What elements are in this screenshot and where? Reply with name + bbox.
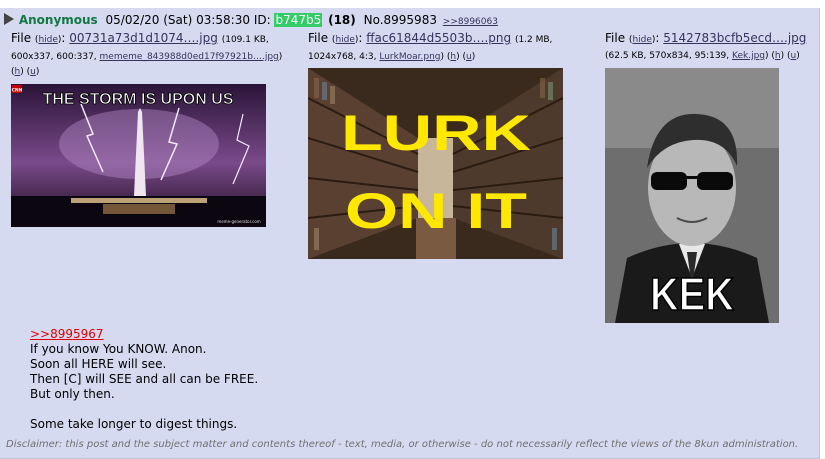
- thumbnail-caption-line2: ON IT: [345, 183, 527, 239]
- post-body: >>8995967 If you know You KNOW. Anon. So…: [30, 327, 258, 432]
- file-1-info: File (hide): 00731a73d1d1074….jpg (109.1…: [11, 31, 283, 77]
- unique-search-link[interactable]: u: [466, 52, 472, 62]
- unique-search-link[interactable]: u: [30, 67, 36, 77]
- file-size: (1.2 MB,: [514, 35, 553, 45]
- original-filename-link[interactable]: LurkMoar.png: [379, 52, 440, 62]
- poster-id[interactable]: b747b5: [274, 13, 323, 27]
- watermark: meme-generator.com: [217, 219, 260, 224]
- library-image: LURK ON IT: [308, 68, 563, 259]
- original-filename-link[interactable]: Kek.jpg: [732, 51, 765, 61]
- body-line: Soon all HERE will see.: [30, 357, 167, 371]
- file-3-info: File (hide): 5142783bcfb5ecd….jpg (62.5 …: [605, 31, 807, 61]
- file-link[interactable]: 00731a73d1d1074….jpg: [69, 31, 218, 45]
- file-label: File: [308, 31, 329, 45]
- hash-search-link[interactable]: h: [775, 51, 781, 61]
- body-line: Some take longer to digest things.: [30, 417, 238, 431]
- post: Anonymous 05/02/20 (Sat) 03:58:30 ID: b7…: [0, 8, 820, 459]
- body-line: If you know You KNOW. Anon.: [30, 342, 207, 356]
- file-link[interactable]: 5142783bcfb5ecd….jpg: [663, 31, 806, 45]
- body-line: But only then.: [30, 387, 115, 401]
- hide-link[interactable]: hide: [632, 35, 651, 45]
- hide-link[interactable]: hide: [38, 35, 57, 45]
- thumbnail-caption: KEK: [650, 268, 734, 320]
- file-link[interactable]: ffac61844d5503b….png: [366, 31, 511, 45]
- news-badge: CNN: [12, 88, 23, 94]
- file-label: File: [11, 31, 32, 45]
- kek-image: KEK: [605, 68, 779, 323]
- file-2-thumbnail[interactable]: LURK ON IT: [308, 68, 563, 259]
- unique-search-link[interactable]: u: [791, 51, 797, 61]
- id-label: ID:: [253, 13, 271, 27]
- file-size: (109.1 KB,: [221, 35, 269, 45]
- file-2-info: File (hide): ffac61844d5503b….png (1.2 M…: [308, 31, 553, 62]
- file-1-thumbnail[interactable]: CNN THE STORM IS UPON US meme-generator.…: [11, 84, 266, 227]
- body-line: Then [C] will SEE and all can be FREE.: [30, 372, 259, 386]
- post-number[interactable]: No.8995983: [364, 13, 437, 27]
- hide-link[interactable]: hide: [335, 35, 354, 45]
- body-line: [30, 402, 258, 417]
- hash-search-link[interactable]: h: [15, 67, 21, 77]
- poster-post-count: (18): [328, 13, 356, 27]
- thumbnail-caption-line1: LURK: [341, 105, 531, 161]
- storm-image: CNN THE STORM IS UPON US meme-generator.…: [11, 84, 266, 227]
- post-menu-icon[interactable]: [4, 13, 14, 25]
- file-label: File: [605, 31, 626, 45]
- file-size: (62.5 KB, 570x834, 95:139,: [605, 51, 730, 61]
- disclaimer: Disclaimer: this post and the subject ma…: [6, 439, 799, 450]
- poster-name: Anonymous: [18, 13, 98, 27]
- post-header: Anonymous 05/02/20 (Sat) 03:58:30 ID: b7…: [4, 12, 498, 28]
- file-dimensions: 1024x768, 4:3,: [308, 52, 377, 62]
- hash-search-link[interactable]: h: [450, 52, 456, 62]
- thumbnail-caption: THE STORM IS UPON US: [43, 91, 234, 108]
- file-dimensions: 600x337, 600:337,: [11, 52, 97, 62]
- post-date: 05/02/20 (Sat) 03:58:30: [105, 13, 250, 27]
- backlink[interactable]: >>8996063: [443, 17, 498, 27]
- file-3-thumbnail[interactable]: KEK: [605, 68, 779, 323]
- quote-link[interactable]: >>8995967: [30, 327, 104, 341]
- original-filename-link[interactable]: mememe_843988d0ed17f97921b….jpg: [100, 52, 279, 62]
